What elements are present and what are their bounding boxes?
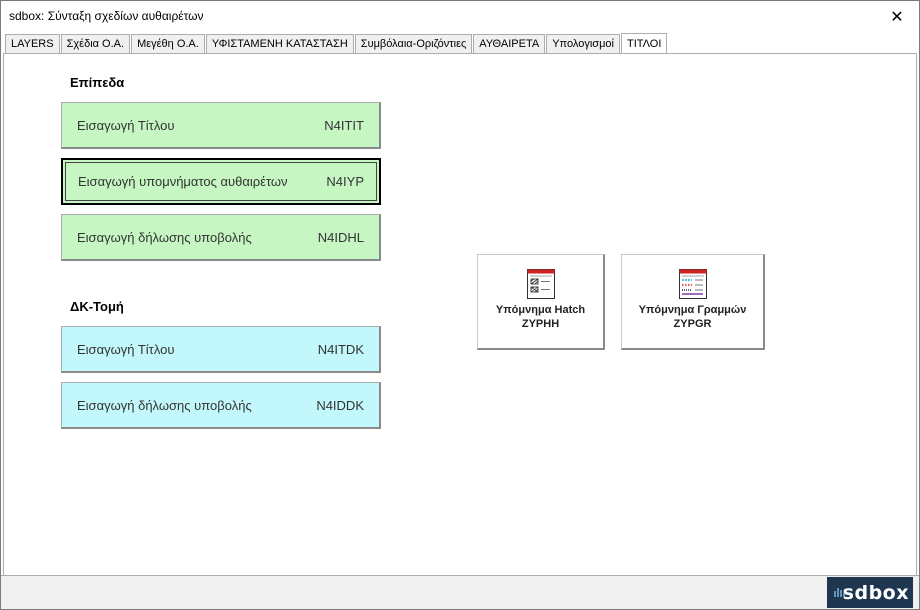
app-window: sdbox: Σύνταξη σχεδίων αυθαιρέτων ✕ LAYE… [0, 0, 920, 610]
close-button[interactable]: ✕ [875, 1, 919, 32]
legend-button-title: Υπόμνημα Γραμμών [638, 304, 747, 316]
tab-schedia-oa[interactable]: Σχέδια Ο.Α. [60, 34, 131, 53]
legend-button-title: Υπόμνημα Hatch [495, 304, 586, 316]
sdbox-logo: sdbox [827, 577, 913, 608]
legend-button-code: ZYPGR [673, 318, 712, 330]
button-label: Εισαγωγή υπομνήματος αυθαιρέτων [78, 174, 288, 189]
logo-text: sdbox [842, 581, 909, 604]
command-code: N4ITDK [317, 341, 364, 357]
tab-layers[interactable]: LAYERS [5, 34, 60, 53]
tab-yfistameni-katastasi[interactable]: ΥΦΙΣΤΑΜΕΝΗ ΚΑΤΑΣΤΑΣΗ [205, 34, 354, 53]
tab-titloi[interactable]: ΤΙΤΛΟΙ [620, 33, 668, 54]
tab-content-titloi: Επίπεδα Εισαγωγή Τίτλου N4ITIT Εισαγωγή … [3, 53, 917, 575]
tab-megethi-oa[interactable]: Μεγέθη Ο.Α. [131, 34, 205, 53]
tab-afthaireta[interactable]: ΑΥΘΑΙΡΕΤΑ [473, 34, 546, 53]
command-code: N4IDDK [316, 397, 364, 413]
hatch-legend-icon [526, 269, 555, 299]
title-bar: sdbox: Σύνταξη σχεδίων αυθαιρέτων ✕ [1, 1, 919, 32]
hatch-legend-button[interactable]: Υπόμνημα Hatch ZYPHH [477, 254, 605, 350]
insert-submission-declaration-epipeda-button[interactable]: Εισαγωγή δήλωσης υποβολής N4IDHL [61, 214, 381, 261]
insert-legend-afthaireta-button[interactable]: Εισαγωγή υπομνήματος αυθαιρέτων N4IYP [61, 158, 381, 205]
section-title-epipeda: Επίπεδα [70, 75, 125, 90]
command-code: N4IYP [326, 174, 364, 189]
tab-ypologismoi[interactable]: Υπολογισμοί [546, 34, 620, 53]
button-label: Εισαγωγή Τίτλου [77, 117, 175, 133]
logo-mark-icon [834, 588, 845, 597]
insert-title-epipeda-button[interactable]: Εισαγωγή Τίτλου N4ITIT [61, 102, 381, 149]
command-code: N4ITIT [324, 117, 364, 133]
status-bar: sdbox [1, 575, 919, 609]
button-label: Εισαγωγή δήλωσης υποβολής [77, 229, 252, 245]
button-label: Εισαγωγή δήλωσης υποβολής [77, 397, 252, 413]
tab-strip: LAYERS Σχέδια Ο.Α. Μεγέθη Ο.Α. ΥΦΙΣΤΑΜΕΝ… [5, 33, 668, 54]
section-title-dk-tomi: ΔΚ-Τομή [70, 299, 124, 314]
button-label: Εισαγωγή Τίτλου [77, 341, 175, 357]
command-code: N4IDHL [317, 229, 364, 245]
lines-legend-icon [678, 269, 707, 299]
lines-legend-button[interactable]: Υπόμνημα Γραμμών ZYPGR [621, 254, 765, 350]
insert-submission-declaration-dk-button[interactable]: Εισαγωγή δήλωσης υποβολής N4IDDK [61, 382, 381, 429]
window-title: sdbox: Σύνταξη σχεδίων αυθαιρέτων [9, 9, 204, 23]
legend-button-code: ZYPHH [521, 318, 560, 330]
tab-symvolaia-orizonties[interactable]: Συμβόλαια-Οριζόντιες [354, 34, 473, 53]
insert-title-dk-tomi-button[interactable]: Εισαγωγή Τίτλου N4ITDK [61, 326, 381, 373]
